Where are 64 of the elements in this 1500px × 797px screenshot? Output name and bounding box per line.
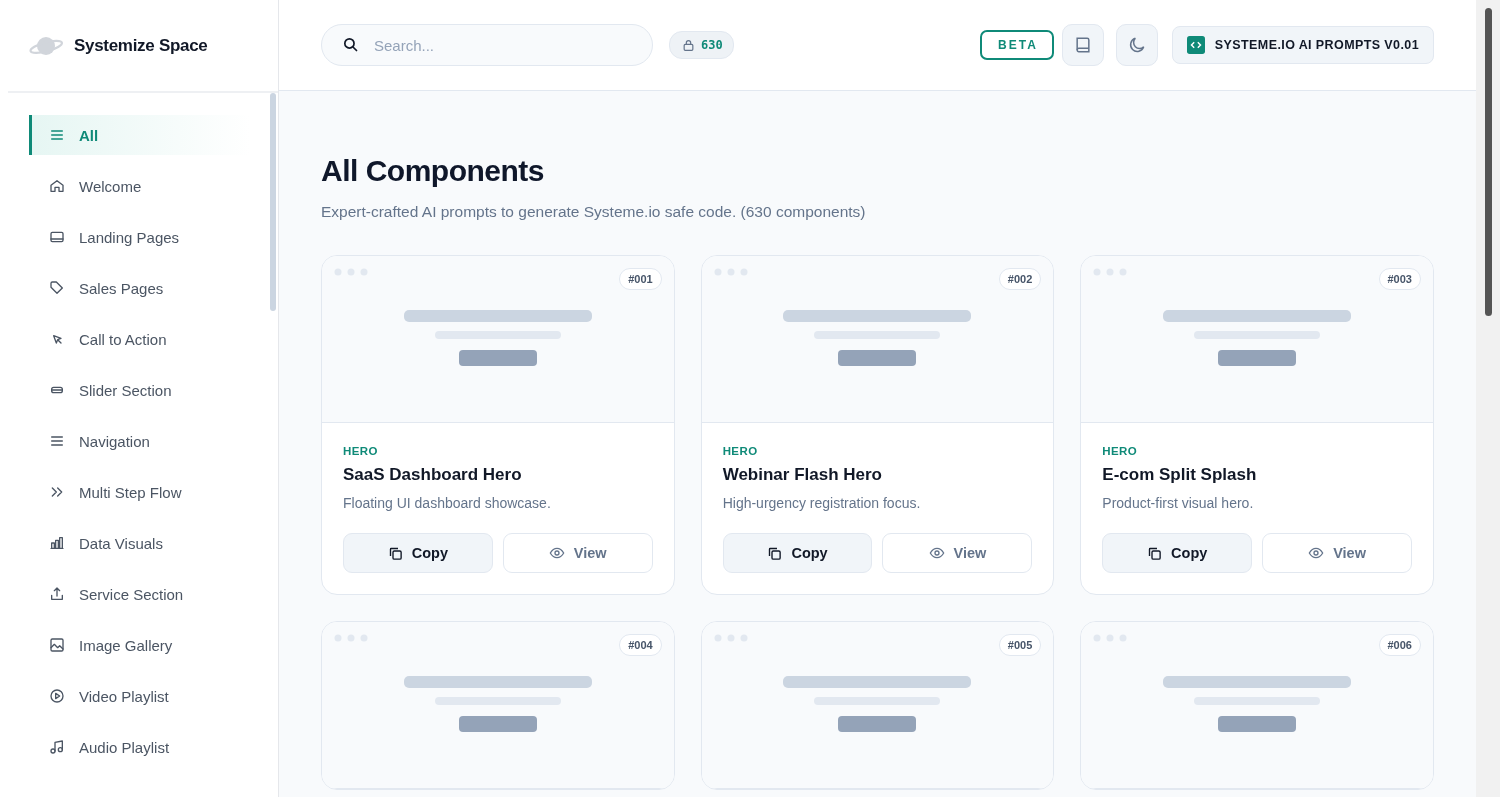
menu-icon <box>49 433 65 449</box>
sidebar-item[interactable]: Image Gallery <box>29 625 250 665</box>
sidebar-item[interactable]: Multi Step Flow <box>29 472 250 512</box>
copy-icon <box>767 545 783 561</box>
card-title: Webinar Flash Hero <box>722 465 883 485</box>
music-icon <box>49 739 65 755</box>
home-icon <box>49 178 65 194</box>
view-button[interactable]: View <box>1262 533 1412 573</box>
category-label: HERO <box>343 445 379 457</box>
chevrons-icon <box>49 484 65 500</box>
copy-button[interactable]: Copy <box>1102 533 1253 573</box>
version-button[interactable]: SYSTEME.IO AI PROMPTS V0.01 <box>1171 26 1434 64</box>
card-number: #003 <box>1378 268 1421 290</box>
card-number: #002 <box>998 268 1042 290</box>
image-icon <box>49 637 65 653</box>
book-button[interactable] <box>1061 24 1104 66</box>
eye-icon <box>548 545 565 561</box>
planet-icon <box>28 34 64 57</box>
play-icon <box>49 688 65 704</box>
beta-badge: BETA <box>980 30 1054 60</box>
upload-icon <box>49 586 65 602</box>
view-button[interactable]: View <box>502 533 653 573</box>
scrollbar-thumb[interactable] <box>270 93 276 311</box>
sidebar-item[interactable]: Sales Pages <box>29 268 250 308</box>
page-title: All Components <box>321 153 545 189</box>
window-icon <box>49 229 65 245</box>
page-subtitle: Expert-crafted AI prompts to generate Systeme.io safe code. (630 components) <box>321 203 867 221</box>
search-field[interactable]: Search... <box>321 24 653 66</box>
sidebar-item[interactable]: Data Visuals <box>29 523 250 563</box>
copy-button[interactable]: Copy <box>722 533 873 573</box>
sidebar-item[interactable]: Call to Action <box>29 319 250 359</box>
card-title: SaaS Dashboard Hero <box>343 465 523 485</box>
component-count: 630 <box>701 38 723 52</box>
lock-icon <box>682 38 695 52</box>
sidebar-item[interactable]: Navigation <box>29 421 250 461</box>
code-icon <box>1186 36 1205 54</box>
sidebar-item[interactable]: Slider Section <box>29 370 250 410</box>
tag-icon <box>49 280 65 296</box>
theme-toggle[interactable] <box>1115 24 1158 66</box>
sidebar-item[interactable]: Video Playlist <box>29 676 250 716</box>
copy-icon <box>1147 545 1163 561</box>
sidebar-item[interactable]: Landing Pages <box>29 217 250 257</box>
sidebar-item[interactable]: Audio Playlist <box>29 727 250 767</box>
category-label: HERO <box>722 445 759 457</box>
card-description: High-urgency registration focus. <box>722 495 922 511</box>
eye-icon <box>928 545 945 561</box>
card-title: E-com Split Splash <box>1102 465 1258 485</box>
menu-icon <box>49 127 65 143</box>
copy-button[interactable]: Copy <box>343 533 493 573</box>
card-number: #006 <box>1378 634 1421 656</box>
brand-name: Systemize Space <box>74 35 208 56</box>
bar-chart-icon <box>49 535 65 551</box>
card-description: Product-first visual hero. <box>1102 495 1255 511</box>
sidebar-item[interactable]: Service Section <box>29 574 250 614</box>
card-description: Floating UI dashboard showcase. <box>343 495 552 511</box>
card-number: #004 <box>619 634 662 656</box>
card-number: #005 <box>998 634 1042 656</box>
sidebar-item[interactable]: Welcome <box>29 166 250 206</box>
view-button[interactable]: View <box>882 533 1033 573</box>
eye-icon <box>1308 545 1325 561</box>
card-number: #001 <box>619 268 662 290</box>
category-label: HERO <box>1102 445 1139 457</box>
scrollbar-thumb[interactable] <box>1485 8 1492 316</box>
copy-icon <box>387 545 403 561</box>
